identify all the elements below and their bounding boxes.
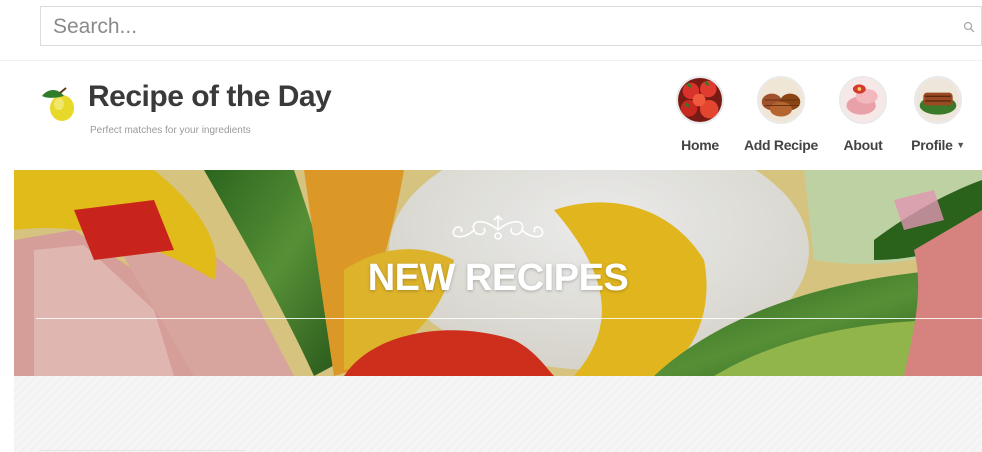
nav-item-add-recipe[interactable]: Add Recipe [736, 76, 826, 153]
hero-title: NEW RECIPES [367, 257, 629, 299]
search-bar [40, 6, 982, 47]
nav-label-add-recipe: Add Recipe [743, 137, 818, 153]
main-nav: Home Add Recipe About Profile ▼ [0, 76, 982, 166]
hero-divider [36, 318, 982, 319]
chevron-down-icon: ▼ [956, 140, 965, 150]
flourish-ornament-icon [452, 214, 544, 240]
nav-item-home[interactable]: Home [655, 76, 745, 153]
hero-banner: NEW RECIPES [14, 170, 982, 376]
nav-label-profile: Profile ▼ [911, 137, 965, 153]
grilled-meat-thumbnail-icon [914, 76, 962, 124]
search-icon[interactable] [963, 21, 975, 33]
nav-item-profile[interactable]: Profile ▼ [893, 76, 982, 153]
header-divider [0, 60, 982, 61]
pastries-thumbnail-icon [757, 76, 805, 124]
content-area [14, 376, 982, 452]
search-input[interactable] [51, 7, 935, 47]
section-divider [40, 450, 246, 451]
tomatoes-thumbnail-icon [676, 76, 724, 124]
nav-label-home: Home [681, 137, 719, 153]
ham-thumbnail-icon [839, 76, 887, 124]
